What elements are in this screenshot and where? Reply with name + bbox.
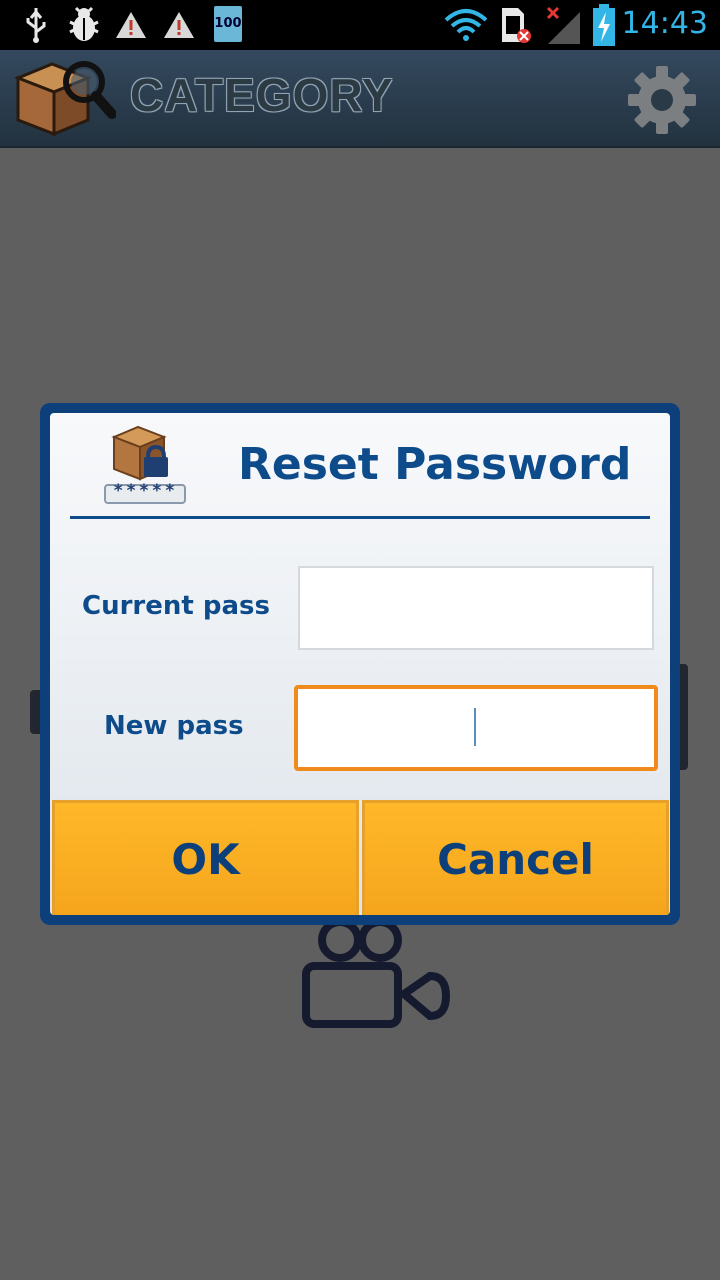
usb-icon [26,8,46,43]
dialog-body: ***** Reset Password Current pass New pa… [50,413,670,915]
dialog-divider [70,516,650,519]
gear-icon[interactable] [626,64,698,136]
box-search-icon [13,61,116,137]
cancel-button[interactable]: Cancel [362,800,669,915]
warning-icon [164,12,194,38]
app-title: CATEGORY [130,69,394,121]
sim-error-icon [502,8,531,43]
current-pass-input[interactable] [298,566,654,650]
battery-100-icon: 100 [214,6,242,42]
text-caret [474,708,476,746]
password-mask-text: ***** [113,481,179,501]
signal-icon [546,6,580,44]
status-time: 14:43 [621,6,708,41]
video-camera-icon [302,920,451,1028]
new-pass-input[interactable] [294,685,658,771]
app-bar: CATEGORY [0,50,720,148]
current-pass-label: Current pass [82,591,270,621]
new-pass-label: New pass [104,711,244,741]
warning-icon [116,12,146,38]
dialog-title: Reset Password [238,439,632,490]
bug-icon [69,6,99,41]
reset-password-dialog: ***** Reset Password Current pass New pa… [40,403,680,925]
charging-icon [593,4,615,46]
wifi-icon [444,9,488,41]
status-bar: 100 14:43 [0,0,720,50]
battery-badge-text: 100 [214,16,242,31]
ok-button[interactable]: OK [52,800,359,915]
